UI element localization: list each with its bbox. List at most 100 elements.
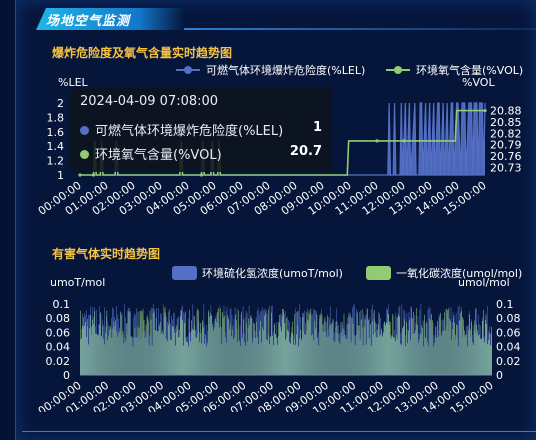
co-bar bbox=[248, 318, 249, 375]
tooltip-dot-icon bbox=[80, 150, 89, 159]
co-bar bbox=[300, 329, 302, 375]
co-bar bbox=[183, 323, 185, 375]
left-tick-label: 1.4 bbox=[47, 140, 65, 153]
co-bar bbox=[197, 308, 198, 375]
o2-point bbox=[402, 139, 406, 143]
co-bar bbox=[339, 344, 341, 375]
co-bar bbox=[387, 314, 389, 375]
co-bar bbox=[465, 334, 466, 375]
co-bar bbox=[476, 324, 477, 375]
co-bar bbox=[333, 340, 335, 375]
co-bar bbox=[373, 309, 375, 375]
co-bar bbox=[252, 342, 253, 375]
right-tick-label: 20.79 bbox=[490, 139, 522, 152]
left-tick-label: 1.6 bbox=[47, 126, 65, 139]
left-tick-label: 0.04 bbox=[46, 341, 71, 354]
co-bar bbox=[244, 342, 245, 375]
tooltip-lel-label: 可燃气体环境爆炸危险度(%LEL) bbox=[95, 124, 284, 139]
left-tick-label: 0.08 bbox=[46, 312, 71, 325]
co-bar bbox=[432, 320, 433, 375]
co-bar bbox=[157, 330, 159, 375]
co-bar bbox=[109, 330, 111, 375]
co-bar bbox=[434, 343, 435, 375]
co-bar bbox=[371, 321, 373, 375]
co-bar bbox=[294, 313, 296, 375]
co-bar bbox=[481, 338, 482, 375]
co-bar bbox=[321, 314, 323, 375]
co-bar bbox=[455, 335, 456, 375]
co-bar bbox=[154, 330, 156, 375]
co-bar bbox=[121, 314, 123, 375]
co-bar bbox=[407, 343, 408, 375]
left-axis-label: umoT/mol bbox=[50, 276, 105, 289]
co-bar bbox=[403, 326, 404, 375]
co-bar bbox=[374, 322, 376, 375]
co-bar bbox=[304, 334, 306, 375]
co-bar bbox=[402, 327, 403, 375]
co-bar bbox=[378, 313, 380, 375]
co-bar bbox=[462, 317, 463, 375]
co-bar bbox=[441, 335, 442, 375]
co-bar bbox=[334, 341, 336, 375]
co-bar bbox=[107, 340, 109, 375]
co-bar bbox=[105, 333, 107, 375]
co-bar bbox=[363, 326, 365, 375]
co-bar bbox=[394, 341, 396, 375]
co-bar bbox=[416, 308, 417, 375]
co-bar bbox=[218, 308, 219, 375]
co-bar bbox=[165, 338, 167, 375]
co-bar bbox=[162, 334, 164, 375]
co-bar bbox=[188, 309, 190, 375]
co-bar bbox=[184, 311, 186, 375]
co-bar bbox=[161, 330, 163, 375]
co-bar bbox=[116, 331, 118, 375]
co-bar bbox=[238, 310, 239, 375]
co-bar bbox=[287, 329, 289, 375]
co-bar bbox=[274, 324, 275, 375]
co-bar bbox=[198, 310, 199, 375]
right-tick-label: 20.88 bbox=[490, 105, 522, 118]
co-bar bbox=[130, 335, 132, 375]
co-bar bbox=[175, 325, 177, 375]
co-bar bbox=[291, 333, 293, 375]
co-bar bbox=[381, 335, 383, 375]
co-bar bbox=[478, 335, 479, 375]
co-bar bbox=[458, 346, 459, 375]
co-bar bbox=[420, 333, 421, 375]
co-bar bbox=[233, 339, 234, 375]
co-bar bbox=[115, 319, 117, 375]
right-tick-label: 0.08 bbox=[496, 312, 521, 325]
co-bar bbox=[431, 313, 432, 375]
co-bar bbox=[356, 311, 358, 375]
co-bar bbox=[276, 337, 277, 375]
co-bar bbox=[386, 309, 388, 375]
co-bar bbox=[345, 338, 347, 375]
co-bar bbox=[323, 331, 325, 375]
co-bar bbox=[293, 344, 295, 375]
co-bar bbox=[94, 311, 96, 375]
co-bar bbox=[207, 343, 208, 375]
co-bar bbox=[267, 340, 268, 375]
co-bar bbox=[412, 318, 413, 375]
co-bar bbox=[484, 342, 485, 375]
right-axis-label: umol/mol bbox=[458, 276, 510, 289]
co-bar bbox=[327, 316, 329, 375]
co-bar bbox=[286, 318, 288, 375]
co-bar bbox=[486, 323, 487, 375]
co-bar bbox=[348, 315, 350, 375]
co-bar bbox=[89, 328, 91, 375]
co-bar bbox=[359, 339, 361, 375]
co-bar bbox=[151, 345, 153, 375]
co-bar bbox=[171, 326, 173, 375]
co-bar bbox=[202, 321, 203, 375]
co-bar bbox=[194, 316, 195, 375]
co-bar bbox=[428, 345, 429, 375]
co-bar bbox=[181, 320, 183, 375]
co-bar bbox=[164, 312, 166, 375]
co-bar bbox=[128, 311, 130, 375]
co-bar bbox=[196, 337, 197, 375]
co-bar bbox=[396, 317, 398, 375]
co-bar bbox=[203, 327, 204, 375]
co-bar bbox=[278, 322, 279, 375]
co-bar bbox=[427, 341, 428, 375]
